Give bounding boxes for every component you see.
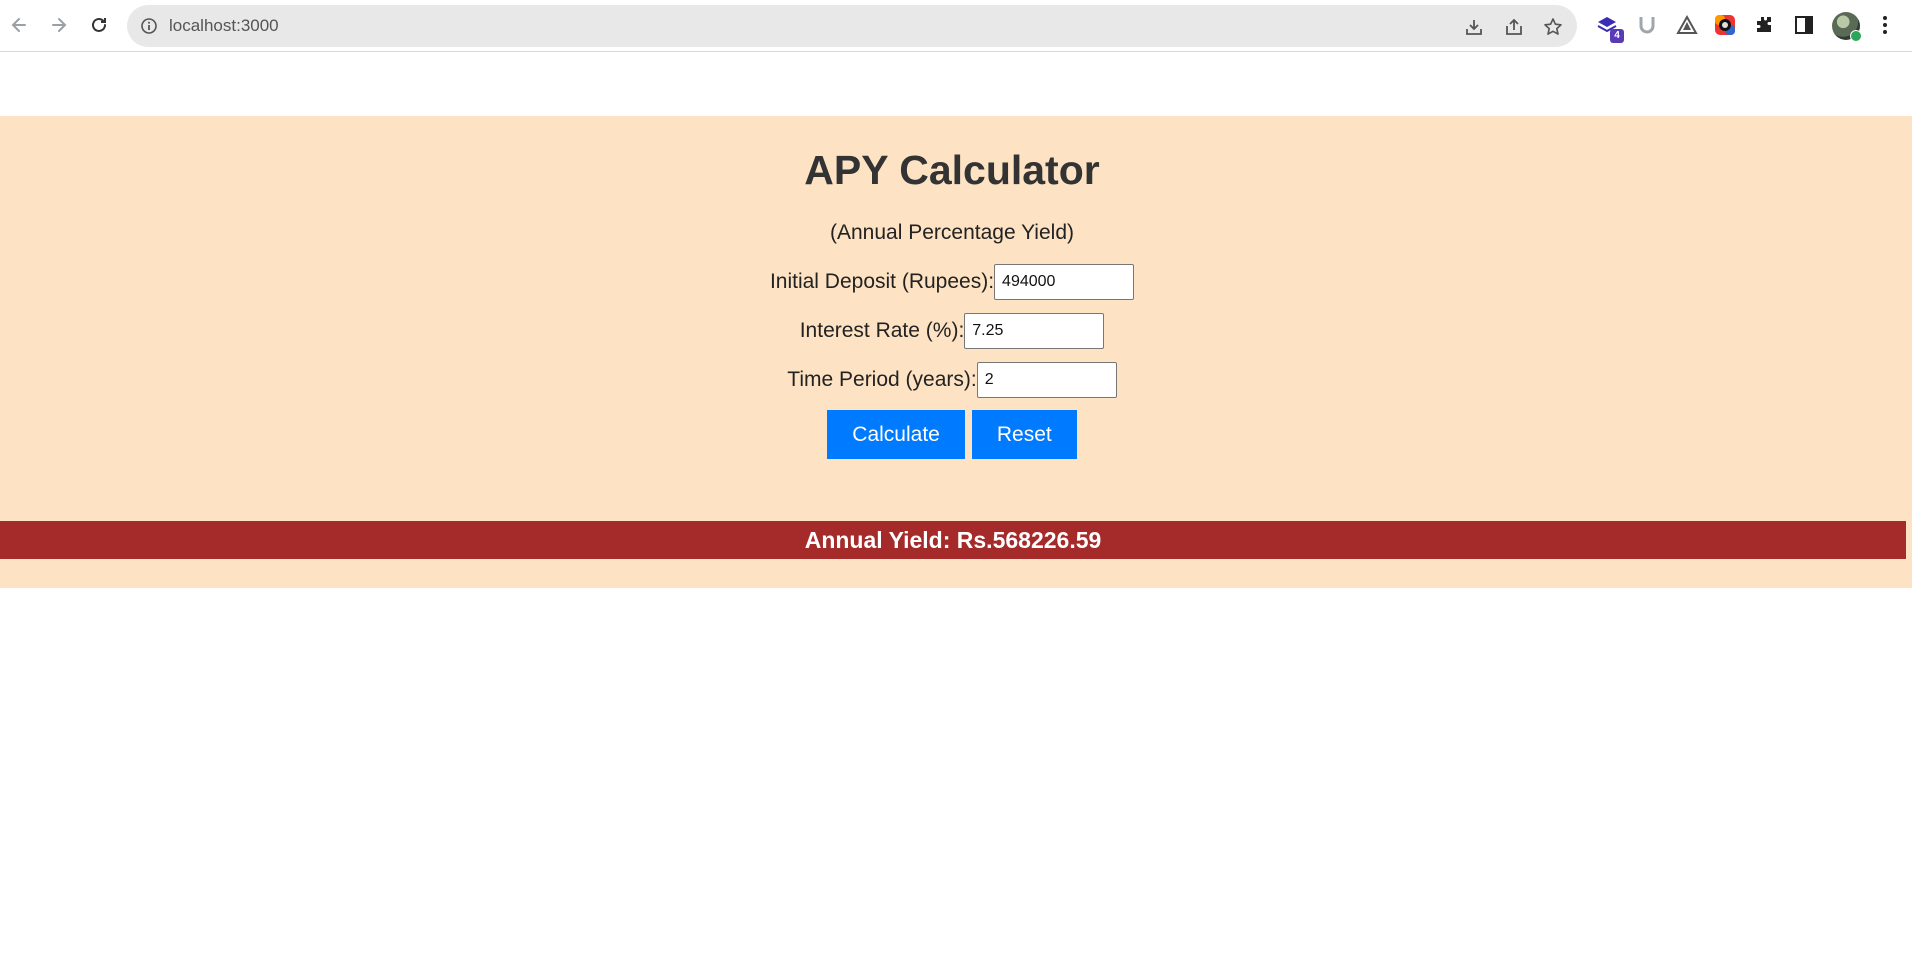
reset-button[interactable]: Reset: [971, 410, 1077, 459]
browser-menu-button[interactable]: [1872, 12, 1898, 38]
download-icon: [1466, 20, 1482, 35]
calculate-button[interactable]: Calculate: [827, 410, 965, 459]
forward-button[interactable]: [43, 9, 75, 41]
side-panel-icon: [1795, 16, 1813, 34]
status-dot: [1850, 30, 1862, 42]
extension-badge: 4: [1610, 29, 1624, 43]
extension-triangle-button[interactable]: [1674, 12, 1700, 38]
profile-avatar[interactable]: [1832, 12, 1862, 42]
time-period-input[interactable]: [976, 362, 1117, 398]
install-app-button[interactable]: [1463, 16, 1485, 38]
time-period-label: Time Period (years):: [787, 368, 977, 391]
page-title: APY Calculator: [804, 147, 1100, 193]
url-text[interactable]: localhost:3000: [169, 16, 279, 36]
kebab-menu-icon: [1883, 16, 1887, 34]
extension-color-button[interactable]: [1712, 12, 1738, 38]
bookmark-button[interactable]: [1542, 16, 1564, 38]
time-period-row: Time Period (years):: [0, 361, 1904, 399]
back-button[interactable]: [3, 9, 35, 41]
deposit-row: Initial Deposit (Rupees):: [0, 263, 1904, 301]
color-wheel-icon: [1715, 15, 1735, 35]
deposit-input[interactable]: [994, 264, 1135, 300]
result-banner: Annual Yield: Rs.568226.59: [0, 521, 1906, 559]
arrow-left-icon: [11, 18, 26, 32]
extension-u-button[interactable]: [1634, 12, 1660, 38]
arrow-right-icon: [52, 18, 67, 32]
star-icon: [1544, 18, 1562, 35]
reload-icon: [92, 17, 106, 32]
extensions-menu-button[interactable]: [1751, 12, 1777, 38]
triangle-logo-icon: [1676, 14, 1698, 34]
interest-rate-label: Interest Rate (%):: [799, 319, 965, 342]
side-panel-button[interactable]: [1791, 12, 1817, 38]
calculator-panel: APY Calculator (Annual Percentage Yield)…: [0, 116, 1912, 588]
share-icon: [1506, 18, 1522, 35]
interest-rate-row: Interest Rate (%):: [0, 312, 1904, 350]
deposit-label: Initial Deposit (Rupees):: [769, 270, 995, 293]
share-button[interactable]: [1503, 16, 1525, 38]
reload-button[interactable]: [83, 9, 115, 41]
page-subtitle: (Annual Percentage Yield): [830, 221, 1074, 244]
info-icon[interactable]: [139, 16, 159, 36]
address-bar[interactable]: localhost:3000: [127, 5, 1577, 47]
puzzle-icon: [1757, 17, 1771, 32]
u-letter-icon: [1639, 17, 1655, 34]
browser-toolbar: localhost:3000 4: [0, 0, 1912, 52]
button-group: Calculate Reset: [0, 410, 1904, 459]
extension-stack-button[interactable]: 4: [1594, 12, 1624, 43]
interest-rate-input[interactable]: [964, 313, 1105, 349]
